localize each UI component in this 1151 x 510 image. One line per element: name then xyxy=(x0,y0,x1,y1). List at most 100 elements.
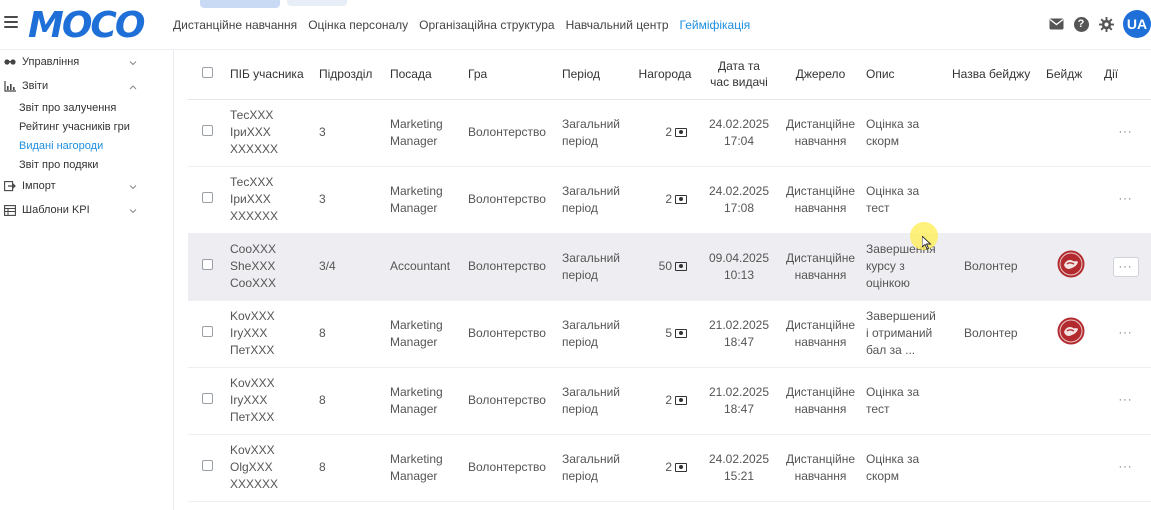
header-checkbox-cell xyxy=(188,50,226,100)
col-badge-header[interactable]: Бейдж xyxy=(1042,50,1100,100)
sidebar-item-1-2[interactable]: Видані нагороди xyxy=(0,136,173,155)
row-checkbox[interactable] xyxy=(201,259,213,270)
row-actions-button[interactable]: ··· xyxy=(1113,123,1139,143)
col-name-header[interactable]: ПІБ учасника xyxy=(226,50,315,100)
sidebar-group-3[interactable]: Шаблони KPI xyxy=(0,198,173,222)
select-all-checkbox[interactable] xyxy=(201,67,213,79)
row-checkbox[interactable] xyxy=(201,125,213,136)
row-actions-button[interactable]: ··· xyxy=(1113,324,1139,344)
nav-item-3[interactable]: Навчальний центр xyxy=(566,18,669,32)
badge-icon[interactable] xyxy=(1057,317,1085,345)
cell-badge xyxy=(1042,99,1100,167)
sidebar-item-1-3[interactable]: Звіт про подяки xyxy=(0,155,173,174)
table-row[interactable]: ТесXXX ІриXXX XXXXXX 3 Marketing Manager Волон… xyxy=(188,99,1151,167)
sidebar-group-2[interactable]: Імпорт xyxy=(0,174,173,198)
sidebar-group-0[interactable]: Управління xyxy=(0,50,173,74)
sidebar-item-1-1[interactable]: Рейтинг учасників гри xyxy=(0,117,173,136)
header-label: ПІБ учасника xyxy=(230,67,304,82)
row-checkbox[interactable] xyxy=(201,460,213,471)
table-row[interactable]: СооXXX SheXXX СооXXX 3/4 Accountant Волонтерс… xyxy=(188,233,1151,301)
header-label: Період xyxy=(562,67,601,82)
cell-line: Дистанційне xyxy=(785,116,856,131)
cell-dept: 3 xyxy=(315,166,386,234)
award-value: 2 xyxy=(635,392,695,409)
cell-name: KovXXX ІryXXX ПетXXX xyxy=(226,300,315,368)
cell-badge xyxy=(1042,233,1100,301)
cell-line: бал за ... xyxy=(866,343,916,357)
row-checkbox[interactable] xyxy=(201,393,213,404)
cell-line: Marketing xyxy=(390,183,443,198)
cell-line: Manager xyxy=(390,133,438,148)
nav-item-1[interactable]: Оцінка персоналу xyxy=(308,18,408,32)
sidebar-item-1-0[interactable]: Звіт про залучення xyxy=(0,98,173,117)
row-actions-button[interactable]: ··· xyxy=(1113,391,1139,411)
cell-line: Оцінка за xyxy=(866,183,920,198)
row-actions-button[interactable]: ··· xyxy=(1112,256,1139,277)
chevron-down-icon[interactable] xyxy=(129,205,139,215)
help-icon[interactable]: ? xyxy=(1073,16,1089,32)
cell-line: тест xyxy=(866,401,890,416)
col-award-header[interactable]: Нагорода xyxy=(631,50,699,100)
cell-line: Загальний xyxy=(562,451,620,466)
cell-line: навчання xyxy=(794,468,847,483)
cell-description: Оцінка за скорм xyxy=(862,434,948,502)
cell-line: ІриXXX xyxy=(230,192,271,206)
col-dept-header[interactable]: Підрозділ xyxy=(315,50,386,100)
cell-name: KovXXX OlgXXX XXXXXX xyxy=(226,434,315,502)
nav-item-2[interactable]: Організаційна структура xyxy=(419,18,554,32)
col-source-header[interactable]: Джерело xyxy=(779,50,862,100)
col-date-header[interactable]: Дата та час видачі xyxy=(699,50,779,100)
cell-line: 17:04 xyxy=(723,133,755,148)
header-label: Підрозділ xyxy=(319,67,373,82)
col-badge-name-header[interactable]: Назва бейджу xyxy=(948,50,1042,100)
menu-icon[interactable] xyxy=(4,16,18,30)
cell-line: СооXXX xyxy=(230,242,277,256)
cell-position: Accountant xyxy=(386,233,464,301)
cell-line: Accountant xyxy=(390,259,451,273)
cell-date: 21.02.2025 18:47 xyxy=(699,367,779,435)
gear-icon[interactable] xyxy=(1098,16,1114,32)
chevron-down-icon[interactable] xyxy=(129,181,139,191)
sidebar-group-label: Імпорт xyxy=(22,180,56,192)
table-row[interactable]: KovXXX OlgXXX XXXXXX 8 Marketing Manager Волон… xyxy=(188,434,1151,502)
table-header-row: ПІБ учасника Підрозділ Посада Гра Період Наго… xyxy=(188,50,1151,100)
sidebar-group-1[interactable]: Звіти xyxy=(0,74,173,98)
mail-icon[interactable] xyxy=(1048,16,1064,32)
table-row[interactable]: KovXXX ІryXXX ПетXXX 8 Marketing Manager Волон… xyxy=(188,300,1151,368)
row-actions-button[interactable]: ··· xyxy=(1113,458,1139,478)
cell-line: Marketing xyxy=(390,451,443,466)
cell-date: 24.02.2025 17:04 xyxy=(699,99,779,167)
chevron-down-icon[interactable] xyxy=(129,57,139,67)
row-checkbox[interactable] xyxy=(201,192,213,203)
cell-badge-name: Волонтер xyxy=(948,300,1042,368)
avatar[interactable]: UA xyxy=(1123,10,1151,38)
cell-line: Manager xyxy=(390,200,438,215)
row-actions-button[interactable]: ··· xyxy=(1113,190,1139,210)
col-position-header[interactable]: Посада xyxy=(386,50,464,100)
chevron-up-icon[interactable] xyxy=(129,81,139,91)
cell-description: Оцінка за тест xyxy=(862,166,948,234)
row-checkbox[interactable] xyxy=(201,326,213,337)
col-game-header[interactable]: Гра xyxy=(464,50,558,100)
top-bar: MOCO Дистанційне навчання Оцінка персонал… xyxy=(0,0,1151,50)
cell-line: XXXXXX xyxy=(230,209,279,223)
cell-badge-name xyxy=(948,166,1042,234)
cell-line: Оцінка за xyxy=(866,384,920,399)
nav-item-4[interactable]: Гейміфікація xyxy=(680,18,751,32)
cell-line: XXXXXX xyxy=(230,142,279,156)
cell-actions: ··· xyxy=(1100,99,1151,167)
award-amount: 2 xyxy=(665,125,672,139)
col-desc-header[interactable]: Опис xyxy=(862,50,948,100)
cell-source: Дистанційне навчання xyxy=(779,300,862,368)
nav-item-0[interactable]: Дистанційне навчання xyxy=(173,18,297,32)
col-actions-header[interactable]: Дії xyxy=(1100,50,1151,100)
logo[interactable]: MOCO xyxy=(28,5,145,46)
badge-icon[interactable] xyxy=(1057,250,1085,278)
cell-line: Загальний xyxy=(562,183,620,198)
cell-line: період xyxy=(562,200,598,215)
row-checkbox-cell xyxy=(188,99,226,167)
table-row[interactable]: KovXXX ІryXXX ПетXXX 8 Marketing Manager Волон… xyxy=(188,367,1151,435)
cell-line: Дистанційне xyxy=(785,451,856,466)
table-row[interactable]: ТесXXX ІриXXX XXXXXX 3 Marketing Manager Волон… xyxy=(188,166,1151,234)
col-period-header[interactable]: Період xyxy=(558,50,631,100)
